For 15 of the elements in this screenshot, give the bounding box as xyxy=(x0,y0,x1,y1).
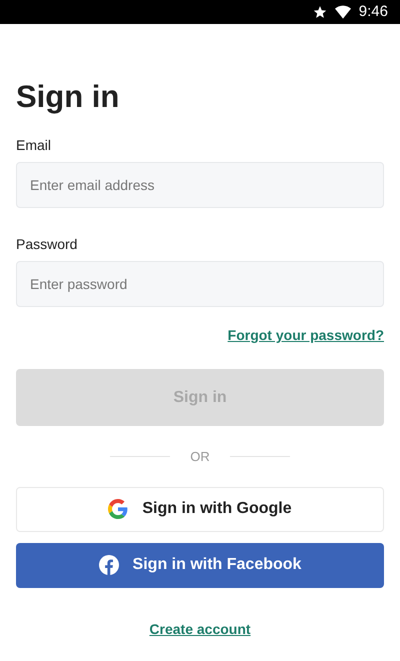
google-logo-icon xyxy=(108,499,128,519)
google-sign-in-button[interactable]: Sign in with Google xyxy=(16,486,384,532)
field-label: Email xyxy=(16,136,52,155)
field-label: Password xyxy=(16,235,78,254)
create-account-link[interactable]: Create account xyxy=(149,618,251,640)
input-field[interactable]: Enter password xyxy=(16,261,384,307)
facebook-logo-icon xyxy=(98,555,119,575)
facebook-sign-in-button[interactable]: Sign in with Facebook xyxy=(16,542,384,588)
star-icon xyxy=(312,5,327,19)
clock: 9:46 xyxy=(358,2,388,22)
wifi-icon xyxy=(334,5,351,19)
divider-text: OR xyxy=(190,448,210,466)
input-field[interactable]: Enter email address xyxy=(16,162,384,208)
forgot-password-link[interactable]: Forgot your password? xyxy=(228,325,384,346)
page-title: Sign in xyxy=(16,79,120,115)
